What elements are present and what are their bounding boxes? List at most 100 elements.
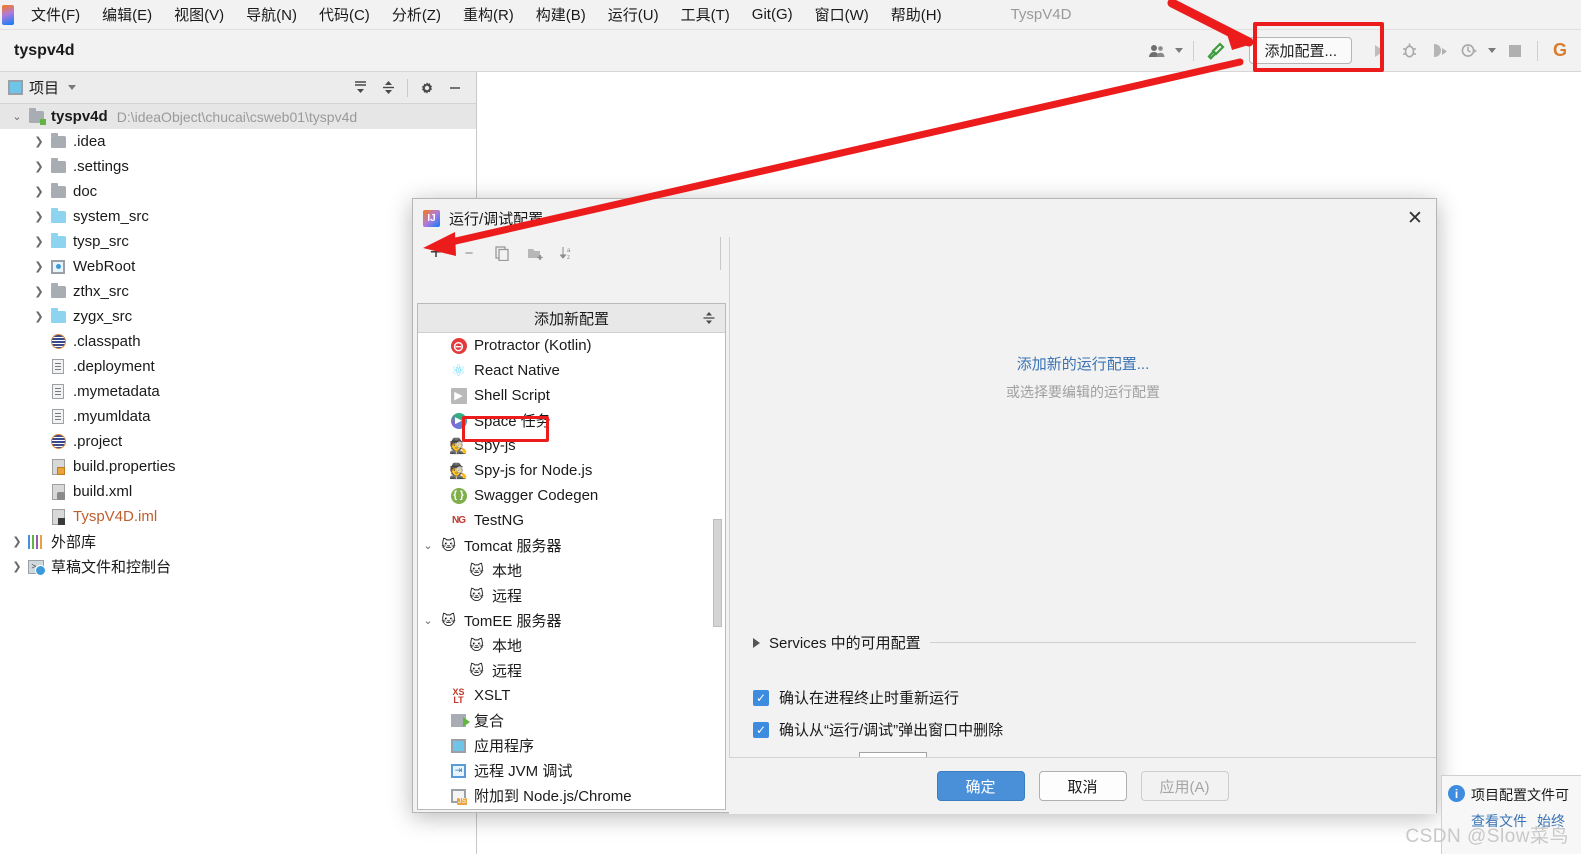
confirm-rerun-checkbox-row[interactable]: ✓ 确认在进程终止时重新运行 (753, 687, 959, 708)
chevron-right-icon[interactable]: ❯ (30, 310, 48, 323)
list-item[interactable]: ❯🕵Spy-js for Node.js (418, 458, 725, 483)
list-item-group[interactable]: ⌄ 🐱 TomEE 服务器 (418, 608, 725, 633)
list-item[interactable]: ❯{ }Swagger Codegen (418, 483, 725, 508)
list-item[interactable]: ❯🕵Spy-js (418, 433, 725, 458)
add-configuration-button[interactable]: 添加配置... (1249, 37, 1352, 64)
tree-row[interactable]: ❯ .settings (0, 154, 476, 179)
menu-item-edit[interactable]: 编辑(E) (91, 2, 163, 27)
ok-button[interactable]: 确定 (936, 771, 1025, 801)
menu-item-navigate[interactable]: 导航(N) (235, 2, 308, 27)
list-item[interactable]: ❯▶Space 任务 (418, 408, 725, 433)
menu-item-window[interactable]: 窗口(W) (804, 2, 880, 27)
tree-row[interactable]: ❯ 外部库 (0, 529, 476, 554)
user-group-dropdown-icon[interactable] (1172, 36, 1186, 66)
list-item[interactable]: 🐱 远程 (418, 583, 725, 608)
tree-row[interactable]: ❯ build.properties (0, 454, 476, 479)
tree-row[interactable]: ❯ zthx_src (0, 279, 476, 304)
menu-item-analyze[interactable]: 分析(Z) (381, 2, 452, 27)
tree-row[interactable]: ❯ TyspV4D.iml (0, 504, 476, 529)
list-item[interactable]: 🐱 本地 (418, 633, 725, 658)
popup-scrollbar-thumb[interactable] (713, 519, 722, 627)
gear-icon[interactable] (414, 75, 440, 101)
list-item[interactable]: ❯⚛React Native (418, 358, 725, 383)
hide-panel-icon[interactable] (442, 75, 468, 101)
menu-item-run[interactable]: 运行(U) (597, 2, 670, 27)
new-folder-icon[interactable] (524, 242, 546, 264)
tree-row[interactable]: ❯ doc (0, 179, 476, 204)
list-item[interactable]: ❯附加到 Node.js/Chrome (418, 783, 725, 808)
copy-icon[interactable] (491, 242, 513, 264)
chevron-down-icon[interactable]: ⌄ (8, 110, 26, 123)
popup-scrollbar[interactable] (713, 333, 724, 809)
expand-all-icon[interactable] (347, 75, 373, 101)
run-with-coverage-icon[interactable] (1424, 36, 1454, 66)
chevron-right-icon[interactable]: ❯ (30, 260, 48, 273)
project-view-chevron-down-icon[interactable] (59, 75, 85, 101)
chevron-right-icon[interactable]: ❯ (30, 135, 48, 148)
list-item[interactable]: 🐱 远程 (418, 658, 725, 683)
checkbox-icon[interactable]: ✓ (753, 721, 769, 738)
chevron-right-icon[interactable] (753, 637, 760, 648)
hammer-icon[interactable] (1201, 36, 1231, 66)
profile-icon[interactable] (1454, 36, 1484, 66)
collapse-all-icon[interactable] (375, 75, 401, 101)
menu-item-tools[interactable]: 工具(T) (670, 2, 741, 27)
menu-item-git[interactable]: Git(G) (741, 4, 804, 25)
add-icon[interactable]: + (425, 241, 447, 264)
collapse-all-icon[interactable] (699, 308, 719, 328)
run-icon[interactable] (1364, 36, 1394, 66)
list-item[interactable]: ❯XSLTXSLT (418, 683, 725, 708)
tree-row[interactable]: ❯ >_ 草稿文件和控制台 (0, 554, 476, 579)
chevron-down-icon[interactable]: ⌄ (418, 614, 438, 627)
list-item[interactable]: ❯▶Shell Script (418, 383, 725, 408)
chevron-right-icon[interactable]: ❯ (30, 210, 48, 223)
menu-item-help[interactable]: 帮助(H) (880, 2, 953, 27)
tree-row[interactable]: ❯ .idea (0, 129, 476, 154)
remove-icon[interactable]: − (458, 242, 480, 264)
list-item[interactable]: ❯⇥远程 JVM 调试 (418, 758, 725, 783)
tree-row[interactable]: ❯ zygx_src (0, 304, 476, 329)
chevron-right-icon[interactable]: ❯ (30, 160, 48, 173)
chevron-right-icon[interactable]: ❯ (30, 235, 48, 248)
list-item[interactable]: ❯NGTestNG (418, 508, 725, 533)
services-section-header[interactable]: Services 中的可用配置 (753, 632, 1416, 653)
user-group-icon[interactable] (1142, 36, 1172, 66)
cancel-button[interactable]: 取消 (1038, 771, 1127, 801)
git-icon[interactable]: G (1545, 36, 1575, 66)
list-item-group[interactable]: ⌄ 🐱 Tomcat 服务器 (418, 533, 725, 558)
close-icon[interactable]: ✕ (1402, 205, 1428, 231)
confirm-delete-checkbox-row[interactable]: ✓ 确认从“运行/调试”弹出窗口中删除 (753, 719, 1003, 740)
tree-row[interactable]: ❯ build.xml (0, 479, 476, 504)
menu-item-refactor[interactable]: 重构(R) (452, 2, 525, 27)
menu-item-build[interactable]: 构建(B) (525, 2, 597, 27)
tree-row[interactable]: ❯ .deployment (0, 354, 476, 379)
list-item-group[interactable]: ⌄其他 (418, 808, 725, 809)
profile-dropdown-icon[interactable] (1484, 36, 1500, 66)
chevron-down-icon[interactable]: ⌄ (418, 539, 438, 552)
menu-item-code[interactable]: 代码(C) (308, 2, 381, 27)
tree-row[interactable]: ❯ .project (0, 429, 476, 454)
list-item[interactable]: ❯应用程序 (418, 733, 725, 758)
checkbox-icon[interactable]: ✓ (753, 689, 769, 706)
tree-row[interactable]: ❯ .classpath (0, 329, 476, 354)
tree-row[interactable]: ⌄ tyspv4d D:\ideaObject\chucai\csweb01\t… (0, 104, 476, 129)
list-item[interactable]: ❯复合 (418, 708, 725, 733)
tree-row[interactable]: ❯ .myumldata (0, 404, 476, 429)
tree-row[interactable]: ❯ tysp_src (0, 229, 476, 254)
list-item[interactable]: 🐱 本地 (418, 558, 725, 583)
sort-icon[interactable]: az (557, 242, 579, 264)
chevron-right-icon[interactable]: ❯ (8, 535, 26, 548)
add-new-run-configuration-link[interactable]: 添加新的运行配置... (1017, 353, 1150, 374)
tree-row[interactable]: ❯ system_src (0, 204, 476, 229)
stop-icon[interactable] (1500, 36, 1530, 66)
chevron-right-icon[interactable]: ❯ (30, 285, 48, 298)
chevron-right-icon[interactable]: ❯ (8, 560, 26, 573)
debug-icon[interactable] (1394, 36, 1424, 66)
tree-row[interactable]: ❯ WebRoot (0, 254, 476, 279)
apply-button[interactable]: 应用(A) (1140, 771, 1229, 801)
menu-item-file[interactable]: 文件(F) (20, 2, 91, 27)
menu-item-view[interactable]: 视图(V) (163, 2, 235, 27)
tree-row[interactable]: ❯ .mymetadata (0, 379, 476, 404)
chevron-right-icon[interactable]: ❯ (30, 185, 48, 198)
list-item[interactable]: ❯⊖Protractor (Kotlin) (418, 333, 725, 358)
